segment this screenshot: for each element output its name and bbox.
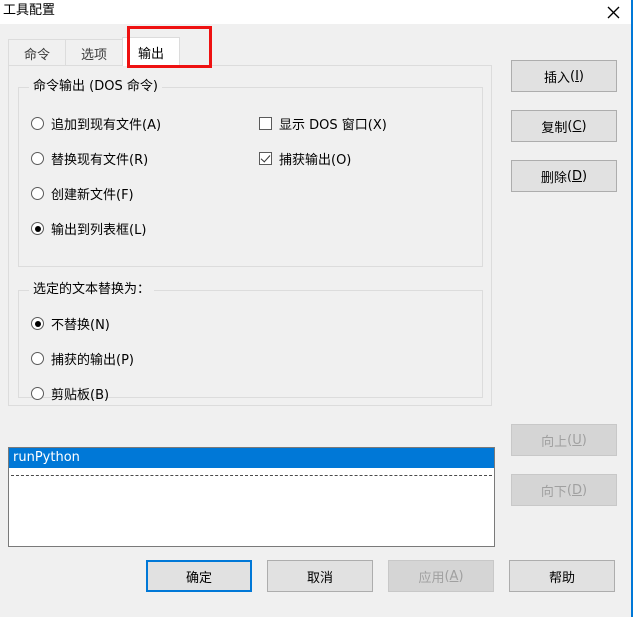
move-down-button-label: 向下: [540, 484, 567, 500]
checkbox-indicator: [259, 117, 272, 130]
radio-create-new-file[interactable]: 创建新文件(F): [31, 184, 134, 203]
move-up-button-mnemonic: U: [572, 432, 582, 448]
radio-indicator: [31, 387, 44, 400]
radio-label: 追加到现有文件(A): [51, 118, 162, 133]
move-down-button[interactable]: 向下(D): [511, 474, 617, 506]
window-right-padding: [633, 0, 644, 617]
move-down-button-mnemonic: D: [572, 482, 583, 498]
radio-indicator: [31, 222, 44, 235]
radio-label: 剪贴板(B): [51, 388, 110, 403]
copy-button-label: 复制: [541, 120, 568, 136]
checkbox-capture-output[interactable]: 捕获输出(O): [259, 149, 351, 168]
ok-button-label: 确定: [185, 570, 212, 586]
delete-button[interactable]: 删除(D): [511, 160, 617, 192]
radio-output-to-listbox[interactable]: 输出到列表框(L): [31, 219, 146, 238]
group-command-output-title: 命令输出 (DOS 命令): [29, 80, 162, 94]
tool-list-box[interactable]: runPython: [8, 447, 495, 547]
apply-button[interactable]: 应用(A): [388, 560, 494, 592]
close-icon: [607, 6, 620, 19]
checkbox-label: 显示 DOS 窗口(X): [279, 118, 387, 133]
list-item[interactable]: runPython: [9, 448, 494, 468]
tab-panel-output: 命令输出 (DOS 命令) 追加到现有文件(A) 替换现有文件(R) 创建新文件…: [8, 65, 492, 406]
checkbox-indicator: [259, 152, 272, 165]
ok-button[interactable]: 确定: [146, 560, 252, 592]
checkbox-label: 捕获输出(O): [279, 153, 352, 168]
radio-replace-existing-file[interactable]: 替换现有文件(R): [31, 149, 148, 168]
radio-label: 捕获的输出(P): [51, 353, 134, 368]
group-command-output: 命令输出 (DOS 命令) 追加到现有文件(A) 替换现有文件(R) 创建新文件…: [18, 80, 483, 267]
delete-button-label: 删除: [540, 170, 567, 186]
tab-strip: 命令 选项 输出: [8, 36, 180, 66]
tab-command[interactable]: 命令: [8, 39, 66, 66]
radio-no-replace[interactable]: 不替换(N): [31, 314, 110, 333]
cancel-button-label: 取消: [306, 570, 333, 586]
list-divider: [11, 475, 492, 476]
copy-button-mnemonic: C: [572, 118, 582, 134]
radio-indicator: [31, 317, 44, 330]
insert-button-label: 插入: [543, 70, 570, 86]
help-button[interactable]: 帮助: [509, 560, 615, 592]
radio-captured-output[interactable]: 捕获的输出(P): [31, 349, 134, 368]
dialog-client-area: 命令 选项 输出 命令输出 (DOS 命令) 追加到现有文件(A) 替换现有文件…: [0, 24, 631, 617]
radio-append-existing-file[interactable]: 追加到现有文件(A): [31, 114, 161, 133]
move-up-button[interactable]: 向上(U): [511, 424, 617, 456]
radio-indicator: [31, 187, 44, 200]
title-bar: 工具配置: [0, 0, 644, 24]
tab-options[interactable]: 选项: [65, 39, 123, 66]
radio-clipboard[interactable]: 剪贴板(B): [31, 384, 109, 403]
apply-button-label: 应用: [418, 570, 445, 586]
help-button-label: 帮助: [548, 570, 575, 586]
apply-button-mnemonic: A: [449, 568, 459, 584]
close-button[interactable]: [596, 0, 630, 24]
tool-config-dialog: 工具配置 命令 选项 输出 命令输出 (DOS 命令) 追加到现有文件(A) 替…: [0, 0, 644, 617]
cancel-button[interactable]: 取消: [267, 560, 373, 592]
group-text-replace-title: 选定的文本替换为：: [29, 283, 155, 297]
tab-output[interactable]: 输出: [122, 37, 180, 66]
checkbox-show-dos-window[interactable]: 显示 DOS 窗口(X): [259, 114, 387, 133]
copy-button[interactable]: 复制(C): [511, 110, 617, 142]
move-up-button-label: 向上: [541, 434, 568, 450]
radio-label: 替换现有文件(R): [51, 153, 149, 168]
radio-indicator: [31, 117, 44, 130]
radio-label: 不替换(N): [51, 318, 110, 333]
radio-indicator: [31, 152, 44, 165]
insert-button[interactable]: 插入(I): [511, 60, 617, 92]
window-accent-border: [631, 0, 633, 617]
window-title: 工具配置: [3, 3, 56, 18]
radio-indicator: [31, 352, 44, 365]
group-text-replace: 选定的文本替换为： 不替换(N) 捕获的输出(P) 剪贴板(B): [18, 283, 483, 403]
delete-button-mnemonic: D: [572, 168, 583, 184]
radio-label: 创建新文件(F): [51, 188, 134, 203]
radio-label: 输出到列表框(L): [51, 223, 147, 238]
